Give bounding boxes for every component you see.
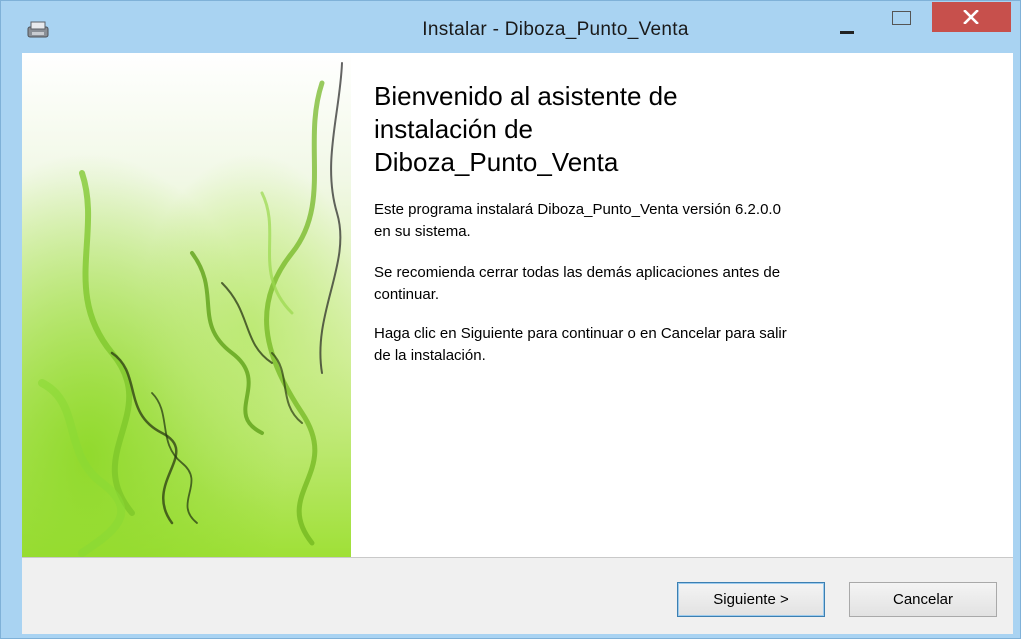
- wizard-page: Bienvenido al asistente de instalación d…: [22, 53, 1013, 634]
- cancel-button[interactable]: Cancelar: [849, 582, 997, 617]
- close-apps-text: Se recomienda cerrar todas las demás apl…: [374, 264, 781, 303]
- title-bar[interactable]: Instalar - Diboza_Punto_Venta: [1, 1, 1020, 53]
- next-button[interactable]: Siguiente >: [677, 582, 825, 617]
- wizard-side-image: [22, 53, 351, 557]
- close-icon: [963, 10, 979, 24]
- minimize-icon: [840, 31, 854, 34]
- next-cancel-instructions: Haga clic en Siguiente para continuar o …: [374, 325, 787, 364]
- window-title: Instalar - Diboza_Punto_Venta: [422, 19, 689, 40]
- wizard-content: Bienvenido al asistente de instalación d…: [374, 53, 994, 557]
- install-info-text: Este programa instalará Diboza_Punto_Ven…: [374, 201, 781, 240]
- welcome-heading: Bienvenido al asistente de instalación d…: [374, 81, 678, 177]
- minimize-button[interactable]: [834, 25, 862, 53]
- maximize-icon: [892, 11, 911, 25]
- maximize-button[interactable]: [892, 11, 914, 39]
- installer-window: Instalar - Diboza_Punto_Venta Bienvenido…: [0, 0, 1021, 639]
- close-button[interactable]: [932, 2, 1011, 32]
- wizard-footer: Siguiente > Cancelar: [22, 558, 1013, 634]
